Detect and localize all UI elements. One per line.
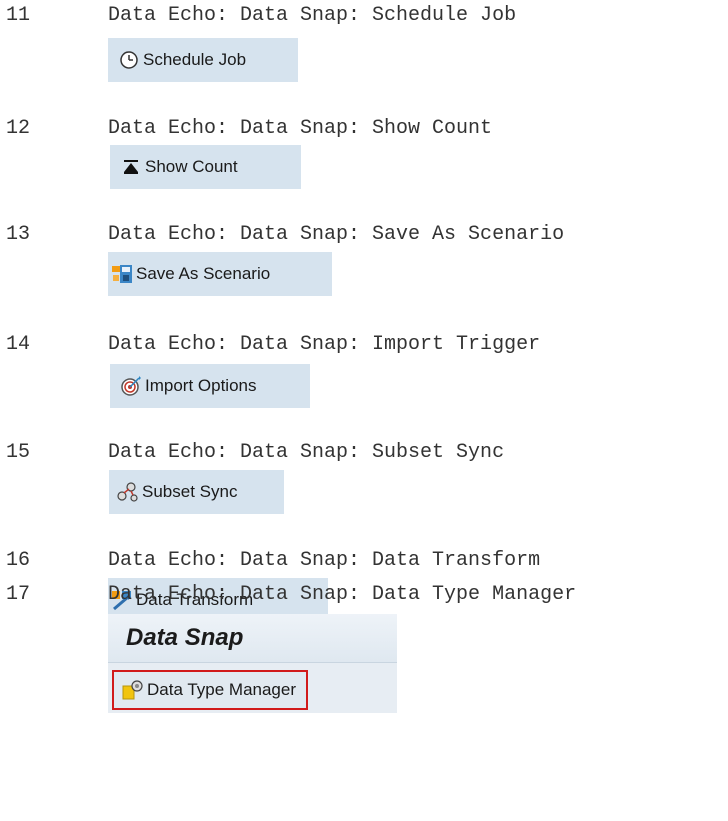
row-number: 15 <box>6 441 31 464</box>
row-description: Data Echo: Data Snap: Save As Scenario <box>108 223 565 246</box>
data-type-manager-button[interactable]: Data Type Manager <box>112 670 308 710</box>
row-number: 17 <box>6 583 31 606</box>
save-scenario-icon <box>111 263 133 285</box>
button-label: Save As Scenario <box>136 264 271 283</box>
row-description: Data Echo: Data Snap: Data Transform <box>108 549 541 572</box>
button-label: Subset Sync <box>142 482 238 501</box>
target-icon <box>120 375 142 397</box>
row-number: 14 <box>6 333 31 356</box>
show-count-button[interactable]: Show Count <box>110 145 301 189</box>
subset-sync-icon <box>117 481 139 503</box>
clock-icon <box>118 49 140 71</box>
data-snap-panel: Data Snap Data Type Manager <box>108 614 397 713</box>
data-snap-header: Data Snap <box>108 614 397 663</box>
data-type-manager-icon <box>122 679 144 701</box>
button-label: Data Type Manager <box>147 680 296 699</box>
schedule-job-button[interactable]: Schedule Job <box>108 38 298 82</box>
count-icon <box>120 156 142 178</box>
row-description: Data Echo: Data Snap: Subset Sync <box>108 441 505 464</box>
row-number: 12 <box>6 117 31 140</box>
import-options-button[interactable]: Import Options <box>110 364 310 408</box>
row-description: Data Echo: Data Snap: Data Type Manager <box>108 583 577 606</box>
row-description: Data Echo: Data Snap: Import Trigger <box>108 333 541 356</box>
save-as-scenario-button[interactable]: Save As Scenario <box>108 252 332 296</box>
row-description: Data Echo: Data Snap: Show Count <box>108 117 493 140</box>
row-number: 13 <box>6 223 31 246</box>
button-label: Show Count <box>145 157 238 176</box>
row-description: Data Echo: Data Snap: Schedule Job <box>108 4 517 27</box>
row-number: 16 <box>6 549 31 572</box>
button-label: Import Options <box>145 376 257 395</box>
subset-sync-button[interactable]: Subset Sync <box>109 470 284 514</box>
button-label: Schedule Job <box>143 50 247 69</box>
row-number: 11 <box>6 4 31 27</box>
